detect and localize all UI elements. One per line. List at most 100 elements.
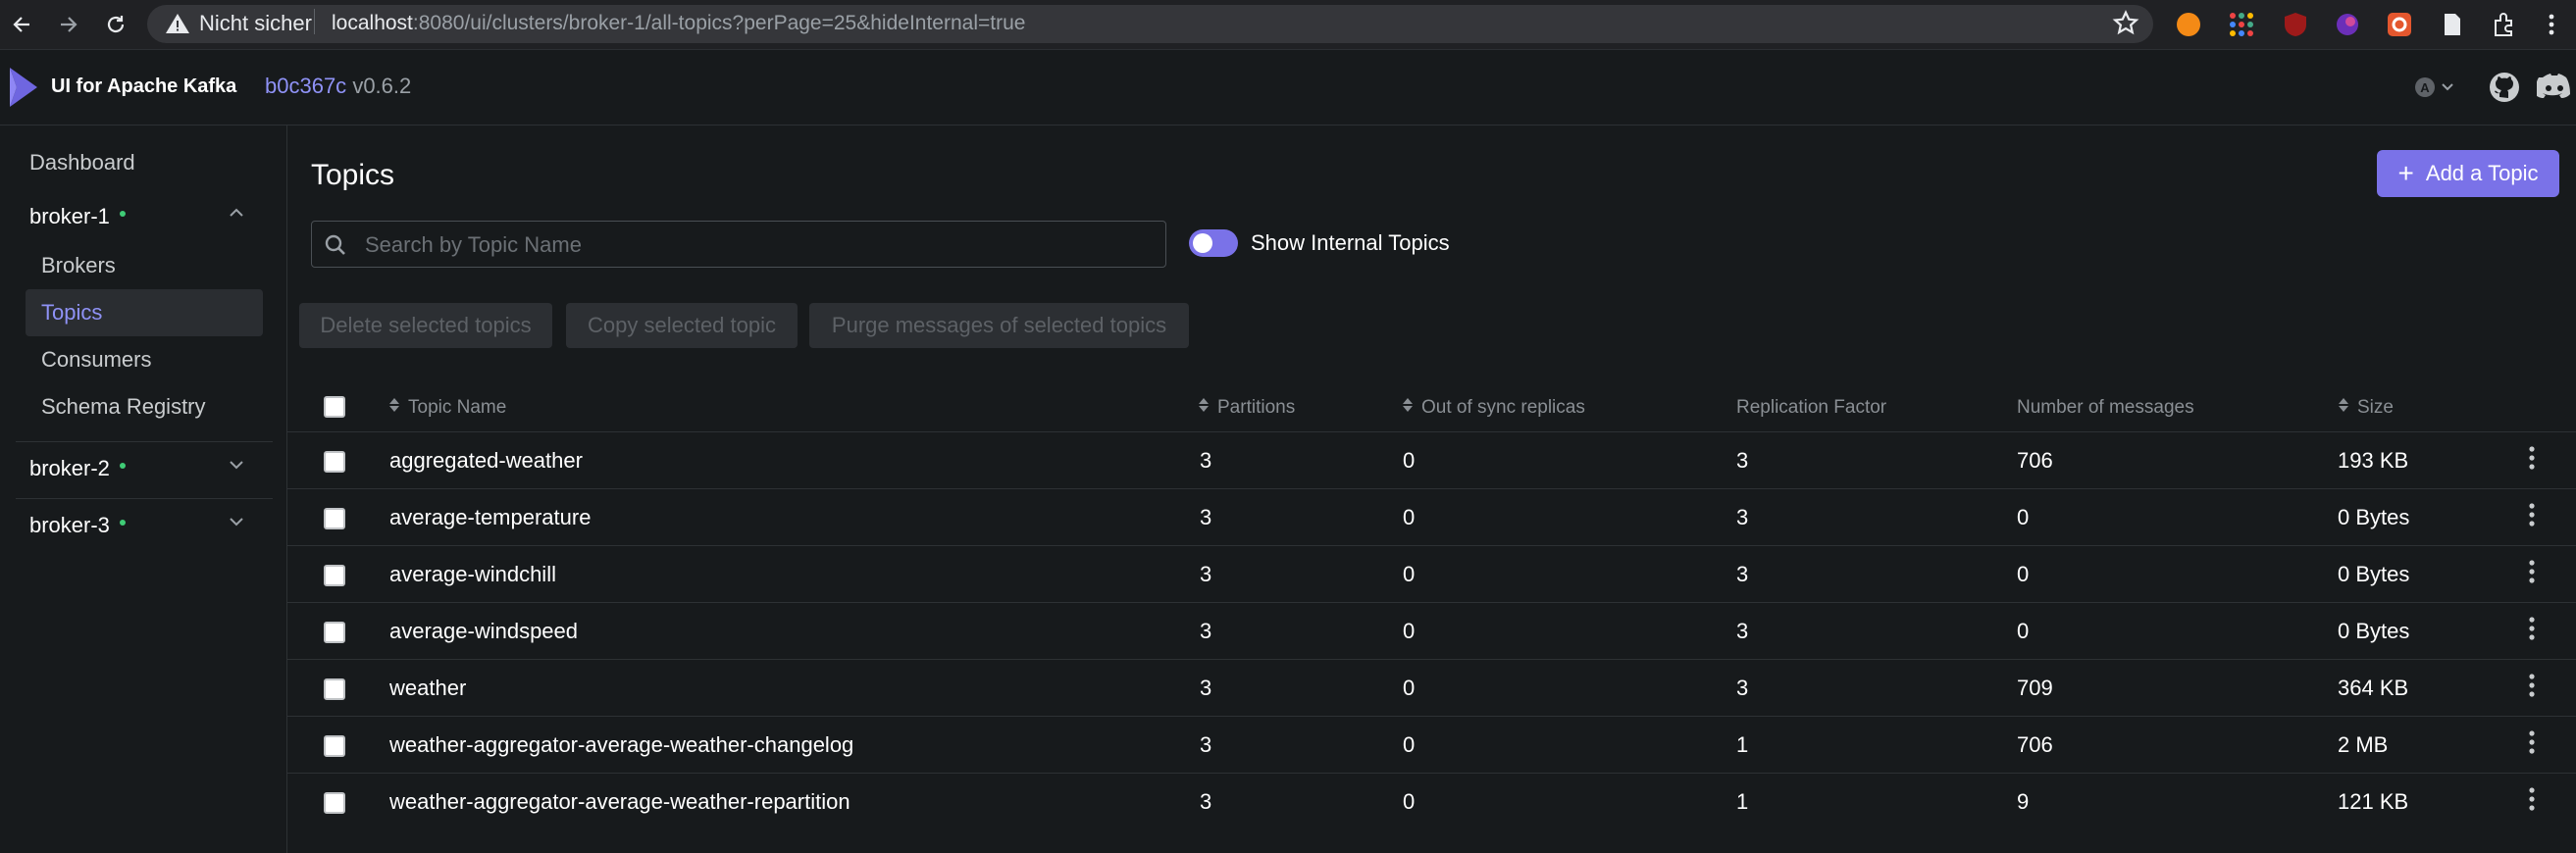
table-row[interactable]: average-windspeed 3 0 3 0 0 Bytes [286,602,2576,660]
replication-factor-cell: 3 [1736,448,1749,473]
column-header-out-of-sync[interactable]: Out of sync replicas [1402,397,1585,419]
topic-name-link[interactable]: aggregated-weather [389,448,583,474]
size-cell: 0 Bytes [2338,619,2410,643]
topic-name-link[interactable]: average-windchill [389,562,556,587]
reload-icon[interactable] [100,9,131,40]
delete-selected-button[interactable]: Delete selected topics [299,303,552,348]
sidebar-item-dashboard[interactable]: Dashboard [29,150,135,176]
sort-icon [1402,397,1414,419]
cluster-broker-3[interactable]: broker-3 [29,513,126,538]
kafka-logo-icon[interactable] [6,66,41,114]
row-menu-icon[interactable] [2525,615,2539,647]
messages-cell: 9 [2017,789,2030,814]
table-row[interactable]: average-windchill 3 0 3 0 0 Bytes [286,545,2576,603]
replication-factor-cell: 3 [1736,505,1749,529]
add-topic-button[interactable]: + Add a Topic [2377,150,2559,197]
commit-link[interactable]: b0c367c [265,74,346,98]
extension-orange-icon[interactable] [2176,12,2201,37]
show-internal-toggle[interactable] [1189,229,1238,257]
sort-icon [1198,397,1210,419]
column-header-partitions[interactable]: Partitions [1198,397,1295,419]
topic-name-link[interactable]: weather-aggregator-average-weather-repar… [389,789,850,815]
chevron-down-icon[interactable] [228,513,245,535]
partitions-cell: 3 [1200,448,1212,473]
search-field [311,221,1166,269]
back-icon[interactable] [6,9,37,40]
sort-icon [388,397,400,419]
partitions-cell: 3 [1200,562,1212,586]
row-checkbox[interactable] [324,678,345,700]
row-checkbox[interactable] [324,451,345,473]
user-menu-icon[interactable]: A [2413,72,2460,108]
topic-name-link[interactable]: weather-aggregator-average-weather-chang… [389,732,853,758]
sidebar-item-schema-registry[interactable]: Schema Registry [41,394,206,420]
chevron-up-icon[interactable] [228,204,245,226]
topic-name-link[interactable]: average-windspeed [389,619,578,644]
row-menu-icon[interactable] [2525,728,2539,761]
table-row[interactable]: weather-aggregator-average-weather-chang… [286,716,2576,774]
row-checkbox[interactable] [324,622,345,643]
purge-messages-button[interactable]: Purge messages of selected topics [809,303,1189,348]
out-of-sync-cell: 0 [1403,505,1416,529]
ublock-icon[interactable] [2283,12,2308,37]
topic-name-link[interactable]: weather [389,676,466,701]
partitions-cell: 3 [1200,676,1212,700]
browser-menu-icon[interactable] [2539,12,2564,37]
replication-factor-cell: 3 [1736,619,1749,643]
bookmark-star-icon[interactable] [2111,9,2140,43]
row-checkbox[interactable] [324,735,345,757]
messages-cell: 706 [2017,732,2053,757]
app-brand[interactable]: UI for Apache Kafka [51,75,236,98]
chevron-down-icon[interactable] [228,456,245,478]
url-text[interactable]: localhost:8080/ui/clusters/broker-1/all-… [332,12,1025,35]
size-cell: 193 KB [2338,448,2409,473]
copy-selected-button[interactable]: Copy selected topic [566,303,798,348]
row-menu-icon[interactable] [2525,558,2539,590]
column-header-topic-name[interactable]: Topic Name [388,397,506,419]
table-row[interactable]: aggregated-weather 3 0 3 706 193 KB [286,431,2576,489]
sidebar-item-topics[interactable]: Topics [41,300,102,326]
row-menu-icon[interactable] [2525,444,2539,477]
extension-square-icon[interactable] [2387,12,2412,37]
page-title: Topics [311,159,395,191]
table-row[interactable]: weather-aggregator-average-weather-repar… [286,773,2576,830]
security-label[interactable]: Nicht sicher [199,11,312,36]
row-checkbox[interactable] [324,508,345,529]
table-row[interactable]: average-temperature 3 0 3 0 0 Bytes [286,488,2576,546]
cluster-broker-2[interactable]: broker-2 [29,456,126,481]
select-all-checkbox[interactable] [324,396,345,418]
table-row[interactable]: weather 3 0 3 709 364 KB [286,659,2576,717]
search-input[interactable] [363,222,1152,269]
app-header: UI for Apache Kafka b0c367c v0.6.2 A [0,50,2576,125]
show-internal-label: Show Internal Topics [1251,230,1450,255]
topic-name-link[interactable]: average-temperature [389,505,591,530]
document-icon[interactable] [2440,12,2465,37]
sidebar-item-brokers[interactable]: Brokers [41,253,116,278]
extension-swirl-icon[interactable] [2335,12,2360,37]
divider [16,441,273,442]
row-menu-icon[interactable] [2525,672,2539,704]
row-checkbox[interactable] [324,565,345,586]
cluster-broker-1[interactable]: broker-1 [29,204,126,229]
warning-icon[interactable] [165,12,190,40]
discord-icon[interactable] [2535,72,2572,108]
forward-icon[interactable] [53,9,84,40]
apps-grid-icon[interactable] [2229,12,2254,37]
sidebar-item-consumers[interactable]: Consumers [41,347,151,373]
messages-cell: 0 [2017,619,2030,643]
messages-cell: 0 [2017,562,2030,586]
partitions-cell: 3 [1200,505,1212,529]
extensions-puzzle-icon[interactable] [2492,12,2517,37]
replication-factor-cell: 1 [1736,789,1749,814]
row-menu-icon[interactable] [2525,785,2539,818]
row-checkbox[interactable] [324,792,345,814]
messages-cell: 709 [2017,676,2053,700]
toggle-knob [1193,233,1212,253]
column-header-size[interactable]: Size [2338,397,2394,419]
size-cell: 364 KB [2338,676,2409,700]
out-of-sync-cell: 0 [1403,562,1416,586]
size-cell: 121 KB [2338,789,2409,814]
out-of-sync-cell: 0 [1403,789,1416,814]
row-menu-icon[interactable] [2525,501,2539,533]
github-icon[interactable] [2489,72,2520,108]
